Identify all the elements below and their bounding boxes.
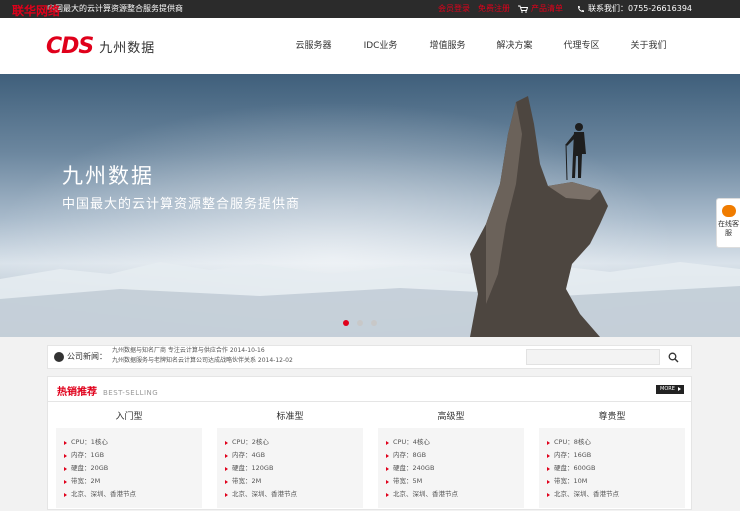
plan-spec: 北京、深圳、香港节点 — [225, 488, 363, 501]
plan-card-standard[interactable]: 标准型 CPU：2核心 内存：4GB 硬盘：120GB 带宽：2M 北京、深圳、… — [217, 407, 363, 511]
slide-dot-1[interactable] — [343, 320, 349, 326]
slide-dot-3[interactable] — [371, 320, 377, 326]
news-item[interactable]: 九州数据与知名厂商 专注云计算与供应合作 2014-10-16 — [112, 346, 332, 356]
chat-bubble-icon — [721, 205, 736, 217]
section-title: 热销推荐 — [57, 387, 97, 398]
plan-name: 高级型 — [437, 412, 465, 422]
top-links: 会员登录 免费注册 产品清单 联系我们：0755-26616394 — [438, 0, 692, 18]
plan-spec: 内存：8GB — [386, 449, 524, 462]
plan-spec: CPU：1核心 — [64, 436, 202, 449]
plan-spec: 硬盘：20GB — [64, 462, 202, 475]
plan-card-advanced[interactable]: 高级型 CPU：4核心 内存：8GB 硬盘：240GB 带宽：5M 北京、深圳、… — [378, 407, 524, 511]
plan-spec: 内存：16GB — [547, 449, 685, 462]
online-support-tab[interactable]: 在线客服 — [716, 198, 740, 248]
phone-icon — [578, 6, 585, 12]
site-logo[interactable]: CDS 九州数据 — [46, 34, 155, 59]
news-label: 公司新闻： — [67, 352, 107, 361]
plan-spec: 带宽：10M — [547, 475, 685, 488]
banner-subtitle: 中国最大的云计算资源整合服务提供商 — [62, 197, 301, 212]
plan-spec: 内存：1GB — [64, 449, 202, 462]
nav-cloud-server[interactable]: 云服务器 — [280, 18, 347, 74]
section-heading: 热销推荐 BEST-SELLING — [57, 383, 158, 398]
news-bar: 公司新闻： 九州数据与知名厂商 专注云计算与供应合作 2014-10-16 九州… — [47, 345, 692, 369]
hotline: 联系我们：0755-26616394 — [577, 0, 692, 18]
plan-name: 标准型 — [276, 412, 304, 422]
banner-title: 九州数据 — [62, 164, 154, 188]
online-support-label: 在线客服 — [718, 220, 739, 237]
cart-link[interactable]: 产品清单 — [518, 0, 563, 18]
plan-spec: CPU：4核心 — [386, 436, 524, 449]
section-divider — [48, 401, 691, 402]
plan-spec: CPU：8核心 — [547, 436, 685, 449]
plan-spec: 带宽：2M — [64, 475, 202, 488]
register-link[interactable]: 免费注册 — [478, 0, 510, 18]
section-subtitle: BEST-SELLING — [103, 389, 159, 397]
top-slogan: 中国最大的云计算资源整合服务提供商 — [47, 4, 183, 13]
plan-spec: 硬盘：600GB — [547, 462, 685, 475]
hotline-label: 联系我们：0755-26616394 — [588, 4, 692, 13]
more-button[interactable]: MORE — [656, 385, 684, 394]
site-header: CDS 九州数据 云服务器 IDC业务 增值服务 解决方案 代理专区 关于我们 — [0, 18, 740, 74]
plan-name: 尊贵型 — [598, 412, 626, 422]
plan-spec: 北京、深圳、香港节点 — [386, 488, 524, 501]
cart-label: 产品清单 — [531, 4, 564, 13]
climber-figure — [565, 123, 586, 181]
watermark-text: 联华网络 — [12, 4, 61, 18]
plan-cards: 入门型 CPU：1核心 内存：1GB 硬盘：20GB 带宽：2M 北京、深圳、香… — [56, 407, 685, 511]
plan-spec: 硬盘：120GB — [225, 462, 363, 475]
logo-mark: CDS — [46, 34, 94, 59]
login-link[interactable]: 会员登录 — [438, 0, 470, 18]
plan-spec: CPU：2核心 — [225, 436, 363, 449]
plan-spec: 硬盘：240GB — [386, 462, 524, 475]
cart-icon — [518, 5, 529, 13]
plan-spec: 带宽：5M — [386, 475, 524, 488]
slide-dot-2[interactable] — [357, 320, 363, 326]
logo-name: 九州数据 — [99, 41, 156, 56]
top-bar: 中国最大的云计算资源整合服务提供商 联华网络 会员登录 免费注册 产品清单 联系… — [0, 0, 740, 18]
best-selling-section: 热销推荐 BEST-SELLING MORE 入门型 CPU：1核心 内存：1G… — [47, 376, 692, 510]
nav-about[interactable]: 关于我们 — [615, 18, 682, 74]
news-label-wrap: 公司新闻： — [54, 346, 107, 368]
main-nav: 云服务器 IDC业务 增值服务 解决方案 代理专区 关于我们 — [280, 18, 682, 74]
plan-spec: 北京、深圳、香港节点 — [547, 488, 685, 501]
plan-spec: 内存：4GB — [225, 449, 363, 462]
speaker-icon — [54, 352, 64, 362]
nav-solutions[interactable]: 解决方案 — [481, 18, 548, 74]
plan-card-premium[interactable]: 尊贵型 CPU：8核心 内存：16GB 硬盘：600GB 带宽：10M 北京、深… — [539, 407, 685, 511]
hero-banner[interactable]: 九州数据 中国最大的云计算资源整合服务提供商 — [0, 74, 740, 337]
search-icon — [668, 352, 678, 362]
plan-spec: 带宽：2M — [225, 475, 363, 488]
news-ticker: 九州数据与知名厂商 专注云计算与供应合作 2014-10-16 九州数据服务与老… — [112, 346, 332, 368]
plan-spec: 北京、深圳、香港节点 — [64, 488, 202, 501]
news-item[interactable]: 九州数据服务与老牌知名云计算公司达成战略伙伴关系 2014-12-02 — [112, 356, 332, 366]
nav-value-added[interactable]: 增值服务 — [414, 18, 481, 74]
nav-idc[interactable]: IDC业务 — [347, 18, 414, 74]
plan-card-entry[interactable]: 入门型 CPU：1核心 内存：1GB 硬盘：20GB 带宽：2M 北京、深圳、香… — [56, 407, 202, 511]
search-input[interactable] — [526, 349, 660, 365]
plan-name: 入门型 — [115, 412, 143, 422]
slide-indicator — [343, 320, 377, 326]
search-button[interactable] — [660, 349, 686, 365]
nav-agents[interactable]: 代理专区 — [548, 18, 615, 74]
